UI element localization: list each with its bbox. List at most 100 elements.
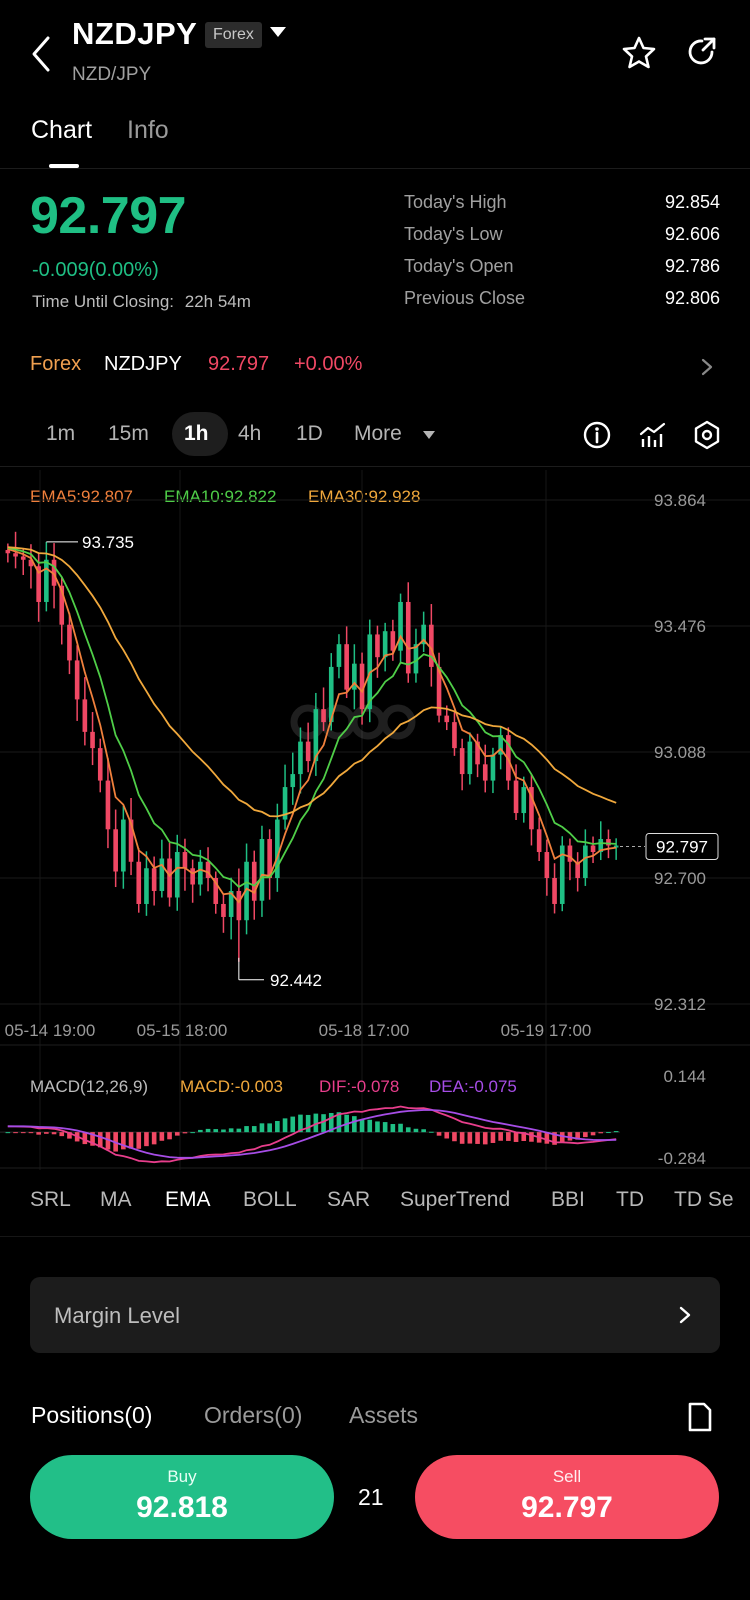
chart-grid (0, 470, 750, 1170)
macd-histogram-bar (359, 1119, 365, 1133)
y-tick-label: 92.700 (654, 869, 706, 888)
star-icon[interactable] (622, 36, 656, 70)
candle-body (105, 780, 111, 830)
chevron-right-icon[interactable] (678, 1304, 692, 1326)
back-arrow-icon[interactable] (28, 34, 56, 74)
settings-hexagon-icon[interactable] (692, 420, 722, 450)
closing-label: Time Until Closing: (32, 292, 175, 311)
candle-body (583, 845, 588, 878)
tab-orders[interactable]: Orders(0) (204, 1402, 302, 1429)
interval-4h[interactable]: 4h (238, 422, 261, 446)
candle-body (159, 858, 165, 891)
share-icon[interactable] (686, 36, 718, 68)
info-icon[interactable] (582, 420, 612, 450)
closing-timer: Time Until Closing: 22h 54m (32, 292, 251, 312)
indicator-sar[interactable]: SAR (327, 1188, 370, 1212)
macd-histogram-bar (482, 1132, 488, 1145)
macd-histogram-bar (5, 1132, 11, 1134)
symbol-title[interactable]: NZDJPY (72, 16, 197, 52)
indicator-supertrend[interactable]: SuperTrend (400, 1188, 510, 1212)
tab-assets[interactable]: Assets (349, 1402, 418, 1429)
current-price: 92.797 (30, 187, 187, 245)
candle-body (298, 741, 303, 775)
y-tick-label: 93.088 (654, 743, 706, 762)
candle (552, 863, 557, 914)
macd-histogram-bar (498, 1132, 503, 1141)
indicator-ma[interactable]: MA (100, 1188, 132, 1212)
indicator-td-se[interactable]: TD Se (674, 1188, 750, 1212)
candle-body (459, 748, 465, 775)
macd-histogram-bar (529, 1132, 534, 1142)
interval-more[interactable]: More (354, 422, 402, 446)
dif-value: DIF:-0.078 (319, 1077, 400, 1096)
indicator-ema[interactable]: EMA (165, 1188, 211, 1212)
x-tick-label: 05-14 19:00 (5, 1021, 96, 1040)
candle-body (74, 660, 80, 700)
macd-histogram-bar (405, 1127, 411, 1133)
interval-1d[interactable]: 1D (296, 422, 323, 446)
ticker-change[interactable]: +0.00% (294, 353, 362, 376)
x-tick-label: 05-19 17:00 (501, 1021, 592, 1040)
tab-chart[interactable]: Chart (31, 116, 92, 145)
candle (436, 652, 442, 723)
sell-label: Sell (552, 1467, 582, 1486)
candle (90, 712, 95, 766)
macd-histogram-bar (305, 1114, 311, 1133)
sell-button[interactable]: Sell 92.797 (415, 1455, 719, 1539)
candle-body (190, 868, 195, 885)
candle-body (90, 731, 95, 749)
candle (452, 710, 457, 756)
pair-subtitle: NZD/JPY (72, 64, 152, 85)
candle-body (290, 774, 296, 788)
candle-body (44, 559, 49, 602)
more-dropdown-icon[interactable] (423, 431, 435, 439)
indicator-td[interactable]: TD (616, 1188, 644, 1212)
macd-histogram-bar (413, 1128, 419, 1133)
candle (475, 733, 480, 778)
macd-histogram-bar (606, 1132, 611, 1134)
ticker-symbol[interactable]: NZDJPY (104, 353, 182, 376)
macd-histogram-bar (452, 1132, 457, 1142)
candle-body (121, 819, 126, 872)
indicator-chart-icon[interactable] (638, 420, 668, 450)
candle-body (113, 829, 118, 872)
buy-label: Buy (167, 1467, 197, 1486)
candle-body (590, 845, 596, 853)
candle (590, 836, 596, 864)
chart-top-divider (0, 466, 750, 467)
candle-body (490, 754, 496, 781)
ticker-market[interactable]: Forex (30, 353, 81, 376)
macd-histogram-bar (613, 1131, 619, 1133)
tab-info[interactable]: Info (127, 116, 169, 145)
indicator-boll[interactable]: BOLL (243, 1188, 297, 1212)
ema-lines (7, 546, 617, 904)
chevron-right-icon[interactable] (700, 357, 714, 377)
candle-body (136, 861, 142, 904)
macd-histogram-bar (436, 1132, 442, 1136)
candle-body (444, 715, 450, 723)
buy-button[interactable]: Buy 92.818 (30, 1455, 334, 1539)
interval-1m[interactable]: 1m (46, 422, 75, 446)
tab-positions[interactable]: Positions(0) (31, 1402, 152, 1429)
candle (190, 859, 195, 903)
candle (529, 774, 534, 846)
macd-histogram-bar (490, 1132, 496, 1143)
market-tag[interactable]: Forex (205, 22, 262, 48)
header-divider (0, 168, 750, 169)
candle-body (482, 764, 488, 781)
macd-histogram-bar (44, 1132, 49, 1134)
indicator-bbi[interactable]: BBI (551, 1188, 585, 1212)
interval-1h[interactable]: 1h (184, 422, 209, 446)
indicator-srl[interactable]: SRL (30, 1188, 71, 1212)
document-icon[interactable] (686, 1402, 714, 1432)
candle (344, 626, 349, 699)
interval-15m[interactable]: 15m (108, 422, 149, 446)
y-tick-label: 93.476 (654, 617, 706, 636)
symbol-dropdown-icon[interactable] (270, 27, 286, 37)
macd-histogram-bar (375, 1121, 380, 1133)
ticker-price[interactable]: 92.797 (208, 353, 269, 376)
candle (82, 677, 88, 746)
candle (429, 604, 434, 687)
candle-body (221, 903, 226, 917)
candle (459, 738, 465, 791)
